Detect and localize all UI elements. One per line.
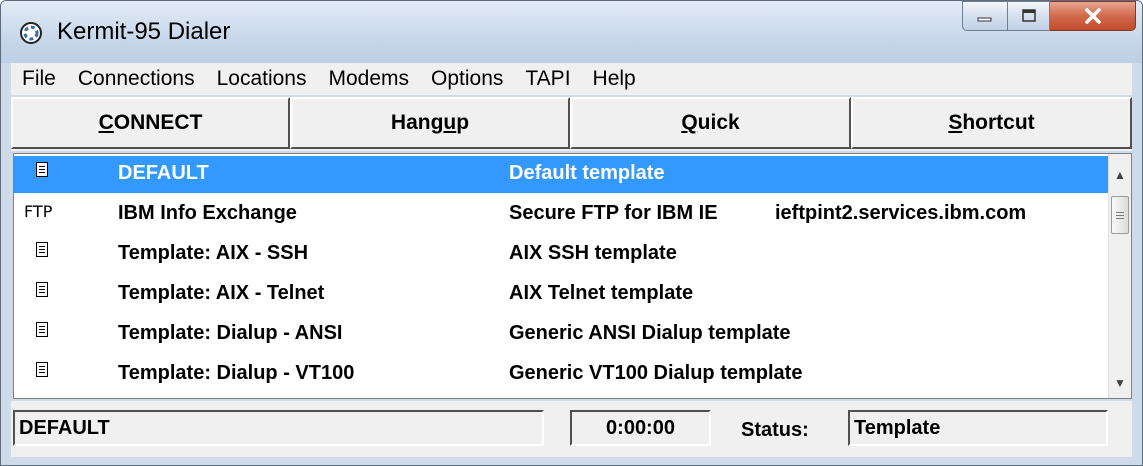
list-item[interactable]: Template: Dialup - VT100 Generic VT100 D… [14, 356, 1110, 393]
shortcut-label: hortcut [962, 111, 1035, 134]
menu-connections[interactable]: Connections [67, 67, 206, 91]
doc-icon [24, 242, 64, 261]
status-label: Status: [741, 419, 809, 441]
timer-field: 0:00:00 [570, 410, 711, 446]
shortcut-button[interactable]: Shortcut [851, 97, 1132, 149]
maximize-icon [1021, 9, 1036, 22]
connect-button[interactable]: C ONNECT [11, 97, 290, 149]
entry-host: ieftpint2.services.ibm.com [775, 202, 1027, 224]
hangup-accel: u [443, 111, 457, 134]
dialer-window: Kermit-95 Dialer File Connections Locati… [0, 0, 1143, 466]
status-bar: DEFAULT 0:00:00 Status: Template [11, 401, 1132, 457]
close-button[interactable] [1050, 1, 1136, 31]
maximize-button[interactable] [1008, 1, 1050, 31]
menu-tapi[interactable]: TAPI [514, 67, 581, 91]
entry-name: Template: AIX - Telnet [118, 282, 325, 304]
ftp-icon: FTP [24, 202, 53, 221]
entry-name: Template: Dialup - VT100 [118, 362, 355, 384]
doc-icon [24, 282, 64, 301]
entry-description: Secure FTP for IBM IE [509, 202, 718, 224]
window-title: Kermit-95 Dialer [57, 18, 231, 45]
list-item[interactable]: Template: AIX - SSH AIX SSH template [14, 236, 1110, 273]
minimize-button[interactable] [962, 1, 1008, 31]
window-controls [962, 1, 1136, 33]
entry-description: AIX Telnet template [509, 282, 694, 304]
list-item[interactable]: Template: Dialup - ANSI Generic ANSI Dia… [14, 316, 1110, 353]
entry-description: Default template [509, 162, 665, 184]
connect-accel: C [98, 111, 114, 134]
connection-list[interactable]: DEFAULT Default template FTP IBM Info Ex… [13, 153, 1132, 399]
doc-icon [24, 162, 64, 181]
close-icon [1084, 8, 1101, 24]
shortcut-accel: S [948, 111, 963, 134]
menu-locations[interactable]: Locations [206, 67, 318, 91]
scroll-up-icon[interactable]: ▲ [1109, 164, 1131, 186]
quick-button[interactable]: Quick [570, 97, 851, 149]
entry-name: DEFAULT [118, 162, 209, 184]
vertical-scrollbar[interactable]: ▲ ▼ [1108, 154, 1131, 398]
list-item[interactable]: FTP IBM Info Exchange Secure FTP for IBM… [14, 196, 1110, 233]
entry-name: Template: Dialup - ANSI [118, 322, 343, 344]
quick-label: uick [697, 111, 740, 134]
entry-description: AIX SSH template [509, 242, 677, 264]
hangup-label: p [456, 111, 470, 134]
connect-label: ONNECT [113, 111, 203, 134]
list-item[interactable]: DEFAULT Default template [14, 156, 1110, 193]
scroll-thumb[interactable] [1111, 196, 1129, 234]
doc-icon [24, 322, 64, 341]
minimize-icon [977, 17, 992, 22]
list-item[interactable]: Template: AIX - Telnet AIX Telnet templa… [14, 276, 1110, 313]
current-entry-field: DEFAULT [13, 410, 544, 446]
toolbar: C ONNECT Hang u p Quick Shortcut [11, 97, 1132, 151]
kermit-app-icon [20, 22, 42, 44]
menu-modems[interactable]: Modems [318, 67, 421, 91]
status-value-field: Template [848, 410, 1108, 446]
entry-name: IBM Info Exchange [118, 202, 297, 224]
menu-file[interactable]: File [11, 67, 67, 91]
hangup-button[interactable]: Hang u p [290, 97, 570, 149]
title-bar[interactable]: Kermit-95 Dialer [1, 1, 1142, 63]
menu-bar: File Connections Locations Modems Option… [11, 63, 1132, 95]
scroll-down-icon[interactable]: ▼ [1109, 372, 1131, 394]
menu-options[interactable]: Options [420, 67, 514, 91]
menu-help[interactable]: Help [582, 67, 647, 91]
entry-description: Generic ANSI Dialup template [509, 322, 791, 344]
hangup-label-pre: Hang [390, 111, 444, 134]
doc-icon [24, 362, 64, 381]
entry-name: Template: AIX - SSH [118, 242, 309, 264]
quick-accel: Q [681, 111, 698, 134]
entry-description: Generic VT100 Dialup template [509, 362, 803, 384]
